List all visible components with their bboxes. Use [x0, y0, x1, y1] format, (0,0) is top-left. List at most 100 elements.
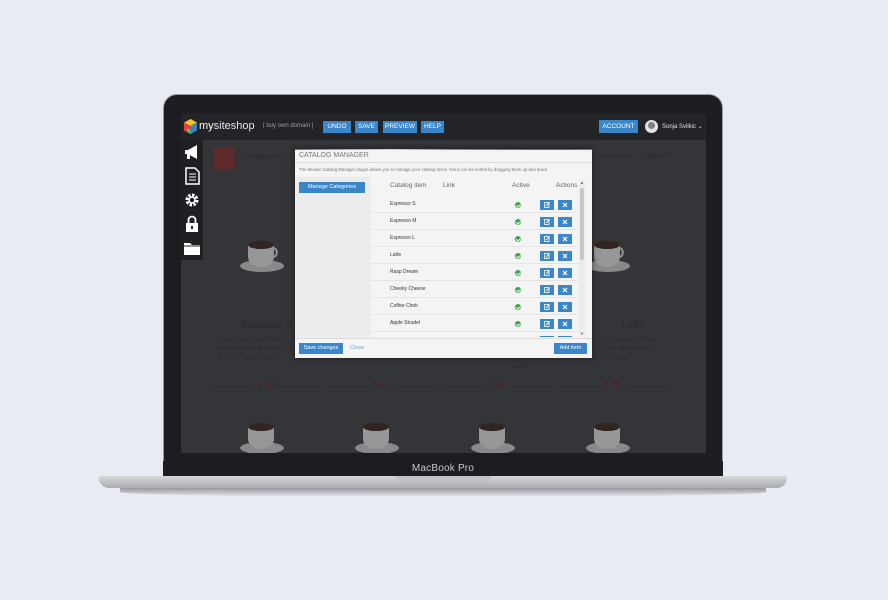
catalog-item-name: Cheeky Cheese: [390, 286, 426, 292]
rainbow-strip: [295, 149, 592, 150]
active-check-icon[interactable]: [515, 253, 521, 259]
close-icon: [562, 219, 568, 225]
dialog-title: CATALOG MANAGER: [299, 152, 369, 159]
catalog-item-name: Espresso M: [390, 218, 417, 224]
device-label: MacBook Pro: [411, 463, 475, 474]
catalog-item-name: Apple Strudel: [390, 320, 421, 326]
active-check-icon[interactable]: [515, 287, 521, 293]
active-check-icon[interactable]: [515, 270, 521, 276]
edit-icon: [544, 270, 550, 276]
categories-pane: [295, 177, 371, 338]
manage-categories-button[interactable]: Manage Categories: [299, 182, 365, 193]
column-header-active: Active: [512, 182, 530, 189]
edit-item-button[interactable]: [540, 217, 554, 227]
catalog-item-row[interactable]: Espresso L: [371, 230, 579, 247]
screen: COFFEE BAR GALLERY CONTACT Espresso S La…: [181, 113, 706, 453]
active-check-icon[interactable]: [515, 321, 521, 327]
catalog-item-row[interactable]: Latte: [371, 247, 579, 264]
active-check-icon[interactable]: [515, 219, 521, 225]
delete-item-button[interactable]: [558, 200, 572, 210]
edit-item-button[interactable]: [540, 319, 554, 329]
edit-item-button[interactable]: [540, 285, 554, 295]
close-icon: [562, 270, 568, 276]
column-header-actions: Actions: [556, 182, 578, 189]
gear-icon[interactable]: [183, 191, 201, 209]
app-logo: mysiteshop: [199, 120, 255, 132]
edit-item-button[interactable]: [540, 200, 554, 210]
mysiteshop-logo-icon: [184, 119, 197, 134]
scroll-up-icon[interactable]: ▲: [580, 180, 584, 185]
close-icon: [562, 236, 568, 242]
add-item-button[interactable]: Add item: [554, 343, 587, 354]
delete-item-button[interactable]: [558, 336, 572, 337]
divider: [295, 338, 592, 339]
delete-item-button[interactable]: [558, 217, 572, 227]
catalog-item-row[interactable]: Espresso S: [371, 196, 579, 213]
catalog-manager-dialog: CATALOG MANAGER The Mosaic Catalog Manag…: [295, 149, 592, 358]
catalog-item-name: Latte: [390, 252, 402, 258]
edit-icon: [544, 304, 550, 310]
close-icon: [562, 304, 568, 310]
edit-item-button[interactable]: [540, 268, 554, 278]
scrollbar-thumb[interactable]: [580, 188, 584, 260]
edit-item-button[interactable]: [540, 234, 554, 244]
catalog-item-name: Espresso S: [390, 201, 416, 207]
laptop-notch: [395, 476, 491, 482]
delete-item-button[interactable]: [558, 234, 572, 244]
close-link[interactable]: Close: [350, 345, 364, 351]
catalog-item-row[interactable]: Apple Strudel: [371, 315, 579, 332]
lock-icon[interactable]: [183, 215, 201, 233]
delete-item-button[interactable]: [558, 251, 572, 261]
close-icon: [562, 202, 568, 208]
catalog-item-row[interactable]: Espresso M: [371, 213, 579, 230]
edit-icon: [544, 236, 550, 242]
catalog-item-name: Coffee Chok: [390, 303, 418, 309]
catalog-item-row[interactable]: Gingerbread: [371, 332, 579, 337]
catalog-item-row[interactable]: Rasp Dream: [371, 264, 579, 281]
edit-icon: [544, 219, 550, 225]
catalog-item-row[interactable]: Cheeky Cheese: [371, 281, 579, 298]
delete-item-button[interactable]: [558, 319, 572, 329]
catalog-item-name: Rasp Dream: [390, 269, 419, 275]
column-header-link: Link: [443, 182, 455, 189]
save-changes-button[interactable]: Save changes: [299, 343, 343, 354]
tool-sidebar: [181, 140, 203, 260]
user-menu[interactable]: Sonja Svilkic ⌄: [662, 123, 703, 130]
save-button[interactable]: SAVE: [355, 121, 378, 133]
close-icon: [562, 253, 568, 259]
catalog-item-list: Espresso S Espresso M Espresso L Latte Rasp …: [371, 196, 579, 337]
delete-item-button[interactable]: [558, 285, 572, 295]
active-check-icon[interactable]: [515, 304, 521, 310]
edit-item-button[interactable]: [540, 251, 554, 261]
laptop-shadow: [120, 487, 766, 497]
folder-icon[interactable]: [183, 239, 201, 257]
preview-button[interactable]: PREVIEW: [383, 121, 417, 133]
editor-topbar: mysiteshop [ buy own domain ] UNDO SAVE …: [181, 113, 706, 140]
catalog-item-name: Espresso L: [390, 235, 416, 241]
avatar[interactable]: [645, 120, 658, 133]
scroll-down-icon[interactable]: ▼: [580, 331, 584, 336]
help-button[interactable]: HELP: [421, 121, 444, 133]
buy-domain-link[interactable]: [ buy own domain ]: [263, 123, 313, 129]
megaphone-icon[interactable]: [183, 143, 201, 161]
list-scrollbar[interactable]: ▲ ▼: [579, 180, 585, 337]
close-icon: [562, 287, 568, 293]
column-header-item: Catalog item: [390, 182, 427, 189]
account-button[interactable]: ACCOUNT: [599, 120, 638, 133]
active-check-icon[interactable]: [515, 202, 521, 208]
document-icon[interactable]: [183, 167, 201, 185]
dialog-description: The Mosaic Catalog Manager plugin allows…: [299, 167, 549, 172]
edit-icon: [544, 253, 550, 259]
close-icon: [562, 321, 568, 327]
edit-icon: [544, 287, 550, 293]
edit-item-button[interactable]: [540, 302, 554, 312]
delete-item-button[interactable]: [558, 302, 572, 312]
edit-icon: [544, 202, 550, 208]
edit-icon: [544, 321, 550, 327]
delete-item-button[interactable]: [558, 268, 572, 278]
divider: [295, 162, 592, 163]
active-check-icon[interactable]: [515, 236, 521, 242]
undo-button[interactable]: UNDO: [323, 121, 351, 133]
catalog-item-row[interactable]: Coffee Chok: [371, 298, 579, 315]
edit-item-button[interactable]: [540, 336, 554, 337]
